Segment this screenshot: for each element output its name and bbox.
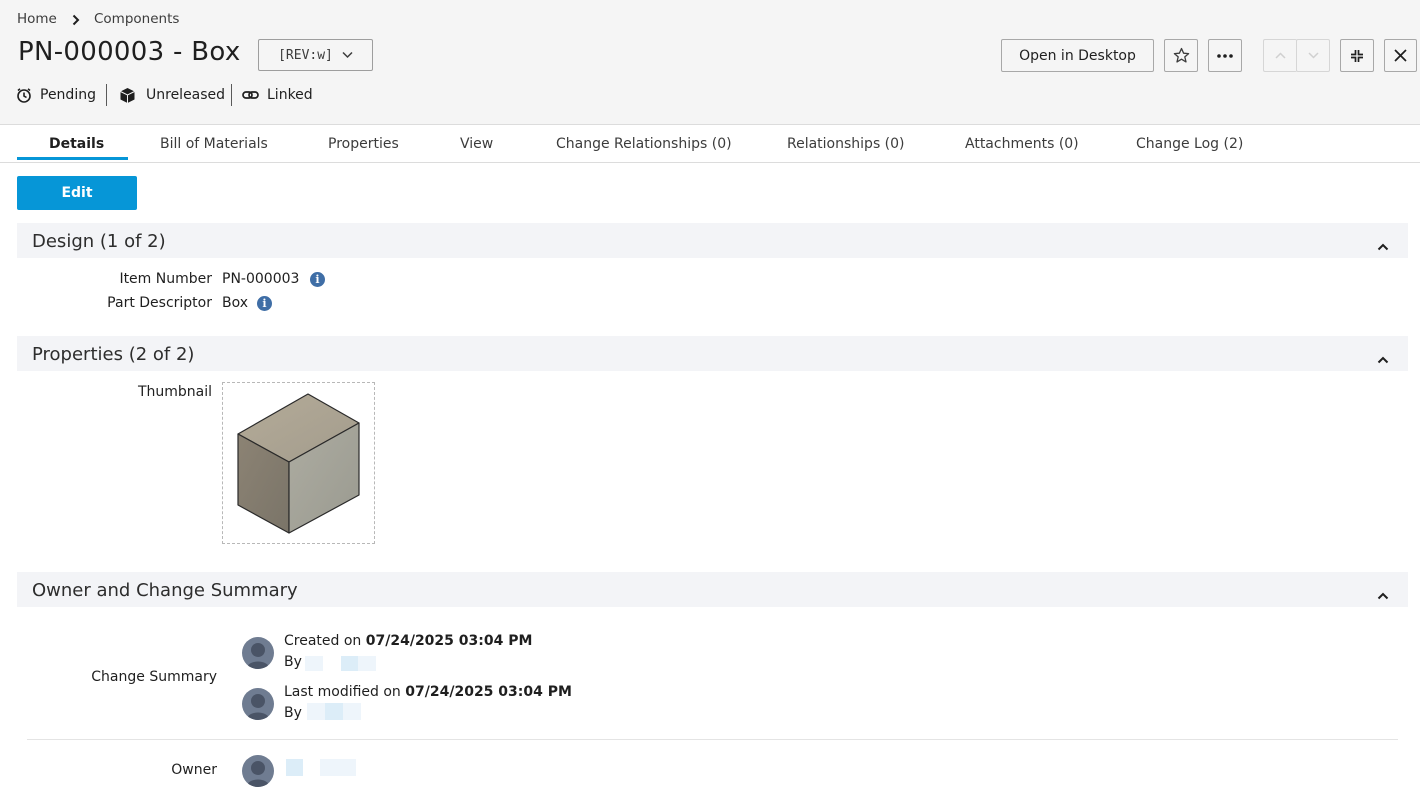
part-descriptor-value: Box [222, 295, 249, 311]
modified-text: Last modified on 07/24/2025 03:04 PM [284, 684, 572, 700]
tab-properties[interactable]: Properties [328, 136, 399, 152]
favorite-button[interactable] [1164, 39, 1198, 72]
modified-by-label: By [284, 705, 302, 721]
change-summary-label: Change Summary [91, 669, 217, 685]
info-icon[interactable]: i [310, 272, 325, 287]
tab-view[interactable]: View [460, 136, 493, 152]
owner-section-title: Owner and Change Summary [32, 580, 298, 601]
part-descriptor-label: Part Descriptor [107, 295, 212, 311]
chevron-up-icon[interactable] [1377, 349, 1389, 368]
status-divider [106, 84, 107, 106]
status-unreleased-label: Unreleased [146, 87, 226, 103]
tabs-divider [0, 162, 1420, 163]
status-unreleased: Unreleased [119, 84, 225, 106]
created-by-label: By [284, 654, 302, 670]
modified-date: 07/24/2025 03:04 PM [405, 684, 572, 700]
breadcrumb-home[interactable]: Home [17, 11, 57, 27]
design-section-header[interactable] [17, 223, 1408, 258]
clock-icon [17, 88, 31, 103]
properties-section-header[interactable] [17, 336, 1408, 371]
arrow-down-icon [1307, 52, 1319, 59]
redacted-user [358, 656, 376, 671]
section-divider [27, 739, 1398, 740]
cube-icon [120, 87, 135, 103]
previous-item-button[interactable] [1263, 39, 1297, 72]
revision-label: [REV:w] [278, 47, 333, 63]
redacted-owner [286, 759, 303, 776]
created-text: Created on 07/24/2025 03:04 PM [284, 633, 532, 649]
more-icon [1217, 53, 1233, 58]
thumbnail-label: Thumbnail [137, 384, 212, 400]
created-date: 07/24/2025 03:04 PM [365, 633, 533, 649]
redacted-owner [320, 759, 338, 776]
arrow-up-icon [1275, 52, 1286, 59]
collapse-view-button[interactable] [1340, 39, 1374, 72]
status-pending: Pending [16, 84, 96, 106]
collapse-icon [1351, 49, 1363, 62]
tab-relationships[interactable]: Relationships (0) [787, 136, 905, 152]
design-section-title: Design (1 of 2) [32, 231, 166, 252]
close-icon [1394, 49, 1407, 62]
tab-details[interactable]: Details [49, 136, 104, 152]
status-pending-label: Pending [40, 87, 96, 103]
open-in-desktop-button[interactable]: Open in Desktop [1001, 39, 1154, 72]
chevron-down-icon [342, 51, 353, 59]
redacted-owner [338, 759, 356, 776]
tab-change-relationships[interactable]: Change Relationships (0) [556, 136, 732, 152]
created-prefix: Created on [284, 633, 362, 649]
modified-prefix: Last modified on [284, 684, 401, 700]
owner-label: Owner [171, 762, 217, 778]
properties-section-title: Properties (2 of 2) [32, 344, 195, 365]
active-tab-indicator [17, 157, 128, 160]
edit-button[interactable]: Edit [17, 176, 137, 210]
breadcrumb-components[interactable]: Components [94, 11, 179, 27]
tab-attachments[interactable]: Attachments (0) [965, 136, 1079, 152]
avatar-icon [242, 755, 274, 787]
info-icon[interactable]: i [257, 296, 272, 311]
box-thumbnail-graphic [237, 393, 360, 534]
link-icon [242, 91, 259, 99]
redacted-user [307, 703, 325, 720]
redacted-user [325, 703, 343, 720]
chevron-up-icon[interactable] [1377, 236, 1389, 255]
more-actions-button[interactable] [1208, 39, 1242, 72]
revision-dropdown[interactable]: [REV:w] [258, 39, 373, 71]
next-item-button[interactable] [1296, 39, 1330, 72]
item-number-label: Item Number [119, 271, 212, 287]
star-icon [1173, 47, 1189, 63]
avatar-icon [242, 637, 274, 669]
chevron-right-icon [71, 12, 81, 31]
chevron-up-icon[interactable] [1377, 585, 1389, 604]
tab-change-log[interactable]: Change Log (2) [1136, 136, 1243, 152]
tab-bill-of-materials[interactable]: Bill of Materials [160, 136, 268, 152]
avatar-icon [242, 688, 274, 720]
redacted-user [343, 703, 361, 720]
status-linked-label: Linked [267, 87, 313, 103]
status-divider [231, 84, 232, 106]
status-linked[interactable]: Linked [242, 84, 313, 106]
redacted-user [305, 656, 323, 671]
close-button[interactable] [1384, 39, 1417, 72]
redacted-user [341, 656, 358, 671]
thumbnail-image[interactable] [222, 382, 375, 544]
item-number-value: PN-000003 [222, 271, 300, 287]
page-title: PN-000003 - Box [18, 37, 241, 67]
